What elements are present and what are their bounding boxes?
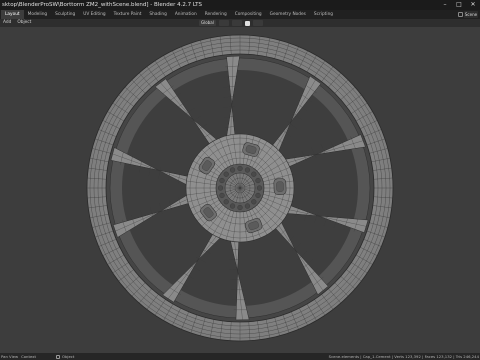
tab-scripting[interactable]: Scripting <box>310 10 337 19</box>
window-title: sktop\BlenderProSW\Borttorm ZM2_withScen… <box>2 2 202 8</box>
bore-tooth <box>229 167 236 173</box>
scene-selector[interactable]: Scene <box>464 11 478 18</box>
status-hint-pan: Pan View <box>1 354 19 359</box>
bore-tooth <box>223 171 229 177</box>
bore-tooth <box>237 165 243 172</box>
close-button[interactable]: ✕ <box>466 0 480 10</box>
lug-pocket-inner <box>276 181 284 192</box>
color-swatch-icon[interactable] <box>244 20 250 26</box>
tab-uv-editing[interactable]: UV Editing <box>79 10 109 19</box>
bore-tooth <box>237 204 243 211</box>
bore-tooth <box>219 177 225 184</box>
bore-tooth <box>251 199 257 205</box>
bore-tooth <box>244 203 251 209</box>
minimize-button[interactable]: – <box>438 0 452 10</box>
menu-object[interactable]: Object <box>14 19 34 27</box>
status-bar: Pan View Context Object Scene.elements |… <box>0 353 480 360</box>
status-mode: Object <box>62 354 75 359</box>
pivot-icon[interactable] <box>218 20 229 26</box>
window-titlebar: sktop\BlenderProSW\Borttorm ZM2_withScen… <box>0 0 480 10</box>
snap-icon[interactable] <box>231 20 242 26</box>
viewport-header: Add Object Global <box>0 19 480 27</box>
bore-tooth <box>217 185 224 191</box>
bore-tooth <box>219 192 225 199</box>
tab-geometry-nodes[interactable]: Geometry Nodes <box>266 10 310 19</box>
lug-pocket <box>273 178 287 195</box>
window-controls: – □ ✕ <box>438 0 480 10</box>
tab-texture-paint[interactable]: Texture Paint <box>110 10 146 19</box>
status-hint-context: Context <box>21 354 36 359</box>
tab-compositing[interactable]: Compositing <box>231 10 266 19</box>
bore-tooth <box>251 171 257 177</box>
proportional-edit-icon[interactable] <box>252 20 263 26</box>
transform-orientation-dropdown[interactable]: Global <box>199 20 216 26</box>
tab-modeling[interactable]: Modeling <box>24 10 52 19</box>
bore-tooth <box>229 203 236 209</box>
scene-statistics: Scene.elements | Cap_1.Cement | Verts 12… <box>328 354 479 359</box>
scene-icon <box>458 12 463 17</box>
center-cap-wire <box>225 173 255 203</box>
tab-animation[interactable]: Animation <box>171 10 201 19</box>
mouse-icon <box>56 354 60 359</box>
tab-shading[interactable]: Shading <box>145 10 170 19</box>
bore-tooth <box>256 185 263 191</box>
workspace-tabs: Layout Modeling Sculpting UV Editing Tex… <box>0 10 480 19</box>
transform-controls: Global <box>199 19 263 27</box>
bore-tooth <box>223 199 229 205</box>
bore-tooth <box>244 167 251 173</box>
maximize-button[interactable]: □ <box>452 0 466 10</box>
tab-sculpting[interactable]: Sculpting <box>51 10 79 19</box>
bore-tooth <box>255 192 261 199</box>
wheel-model <box>86 34 394 342</box>
menu-add[interactable]: Add <box>0 19 14 27</box>
bore-tooth <box>255 177 261 184</box>
3d-viewport[interactable] <box>0 27 480 353</box>
tab-rendering[interactable]: Rendering <box>201 10 231 19</box>
tab-layout[interactable]: Layout <box>1 10 24 19</box>
